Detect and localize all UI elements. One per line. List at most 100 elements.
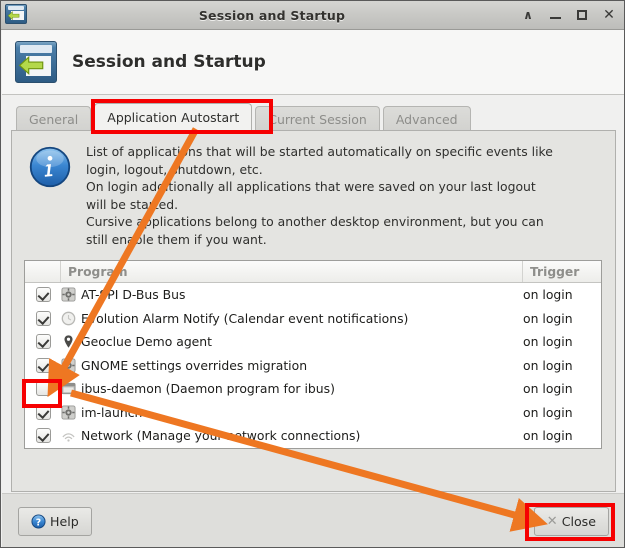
chevron-up-icon: ∧ bbox=[523, 8, 533, 22]
table-row[interactable]: Evolution Alarm Notify (Calendar event n… bbox=[25, 307, 601, 331]
row-program-label: GNOME settings overrides migration bbox=[81, 357, 308, 373]
column-header-trigger[interactable]: Trigger bbox=[523, 261, 601, 282]
window-icon bbox=[5, 4, 29, 26]
row-trigger-cell: on login bbox=[523, 381, 573, 397]
row-program-label: Evolution Alarm Notify (Calendar event n… bbox=[81, 310, 409, 326]
row-enable-checkbox-cell[interactable] bbox=[25, 404, 61, 420]
info-line-3: On login additionally all applications t… bbox=[86, 179, 536, 195]
row-trigger-cell: on login bbox=[523, 357, 573, 373]
column-header-program[interactable]: Program bbox=[61, 261, 523, 282]
row-program-label: Geoclue Demo agent bbox=[81, 334, 213, 350]
minimize-button[interactable] bbox=[548, 7, 562, 23]
dialog-footer: ? Help ✕ Close bbox=[2, 493, 624, 547]
tab-advanced[interactable]: Advanced bbox=[382, 106, 471, 131]
session-startup-icon bbox=[15, 41, 57, 83]
table-row[interactable]: GNOME settings overrides migration on log… bbox=[25, 354, 601, 378]
help-icon: ? bbox=[31, 514, 46, 529]
row-enable-checkbox-cell[interactable] bbox=[25, 357, 61, 373]
row-program-cell: im-launch bbox=[61, 405, 523, 420]
table-row[interactable]: Network (Manage your network connections… bbox=[25, 424, 601, 448]
gear-icon bbox=[61, 287, 76, 302]
info-line-2: login, logout, shutdown, etc. bbox=[86, 161, 263, 177]
tab-strip: General Application Autostart Current Se… bbox=[11, 102, 616, 131]
table-row[interactable]: AT-SPI D-Bus Bus on login bbox=[25, 283, 601, 307]
info-block: List of applications that will be starte… bbox=[12, 131, 615, 255]
checkbox-icon[interactable] bbox=[35, 357, 51, 373]
row-program-cell: Geoclue Demo agent bbox=[61, 334, 523, 349]
row-enable-checkbox-cell[interactable] bbox=[25, 334, 61, 350]
checkbox-icon[interactable] bbox=[35, 404, 51, 420]
close-x-icon: ✕ bbox=[546, 514, 558, 529]
green-arrow-icon bbox=[19, 55, 44, 75]
shade-button[interactable]: ∧ bbox=[521, 7, 535, 23]
tab-current-session[interactable]: Current Session bbox=[255, 106, 380, 131]
row-program-cell: AT-SPI D-Bus Bus bbox=[61, 287, 523, 302]
tab-application-autostart[interactable]: Application Autostart bbox=[94, 103, 253, 131]
info-line-5: Cursive applications belong to another d… bbox=[86, 214, 544, 230]
gear-icon bbox=[61, 358, 76, 373]
row-program-label: ibus-daemon (Daemon program for ibus) bbox=[81, 381, 335, 397]
tab-general[interactable]: General bbox=[16, 106, 92, 131]
close-button-label: Close bbox=[561, 514, 596, 529]
checkbox-icon[interactable] bbox=[35, 381, 51, 397]
close-icon: ✕ bbox=[603, 7, 615, 23]
checkbox-icon[interactable] bbox=[35, 428, 51, 444]
row-trigger-cell: on login bbox=[523, 428, 573, 444]
session-and-startup-window: Session and Startup ∧ ✕ Session and Star… bbox=[0, 0, 625, 548]
info-line-1: List of applications that will be starte… bbox=[86, 144, 553, 159]
table-row[interactable]: Geoclue Demo agent on login bbox=[25, 330, 601, 354]
minimize-icon bbox=[549, 17, 561, 19]
row-enable-checkbox-cell[interactable] bbox=[25, 428, 61, 444]
green-arrow-icon bbox=[7, 10, 20, 20]
checkbox-icon[interactable] bbox=[35, 310, 51, 326]
gear-icon bbox=[61, 405, 76, 420]
info-text: List of applications that will be starte… bbox=[86, 143, 603, 249]
column-header-checkbox[interactable] bbox=[25, 261, 61, 282]
info-icon bbox=[29, 146, 71, 188]
tab-page-application-autostart: List of applications that will be starte… bbox=[11, 130, 616, 492]
tab-current-session-label: Current Session bbox=[268, 111, 367, 127]
row-trigger-cell: on login bbox=[523, 404, 573, 420]
window-close-button[interactable]: ✕ bbox=[602, 7, 616, 23]
table-row[interactable]: im-launch on login bbox=[25, 401, 601, 425]
tab-application-autostart-label: Application Autostart bbox=[107, 110, 240, 125]
row-program-cell: GNOME settings overrides migration bbox=[61, 358, 523, 373]
row-enable-checkbox-cell[interactable] bbox=[25, 287, 61, 303]
dialog-header: Session and Startup bbox=[2, 30, 624, 95]
row-trigger-cell: on login bbox=[523, 310, 573, 326]
maximize-button[interactable] bbox=[575, 7, 589, 23]
row-program-label: Network (Manage your network connections… bbox=[81, 428, 361, 444]
help-button[interactable]: ? Help bbox=[18, 507, 92, 536]
maximize-icon bbox=[577, 10, 587, 20]
row-program-label: im-launch bbox=[81, 404, 143, 420]
settings-notebook: General Application Autostart Current Se… bbox=[11, 102, 616, 492]
info-line-6: still enable them if you want. bbox=[86, 231, 267, 247]
autostart-list: Program Trigger AT-SPI D-Bus Bus on login… bbox=[24, 260, 602, 449]
close-button[interactable]: ✕ Close bbox=[533, 507, 609, 536]
page-title: Session and Startup bbox=[72, 52, 266, 72]
help-button-label: Help bbox=[50, 514, 79, 529]
network-icon bbox=[61, 428, 76, 443]
window-titlebar: Session and Startup ∧ ✕ bbox=[1, 1, 624, 30]
window-icon bbox=[61, 381, 76, 396]
tab-advanced-label: Advanced bbox=[395, 111, 458, 127]
row-program-cell: Evolution Alarm Notify (Calendar event n… bbox=[61, 311, 523, 326]
row-program-cell: Network (Manage your network connections… bbox=[61, 428, 523, 443]
table-header-row: Program Trigger bbox=[25, 261, 601, 283]
clock-icon bbox=[61, 311, 76, 326]
row-trigger-cell: on login bbox=[523, 287, 573, 303]
table-row[interactable]: ibus-daemon (Daemon program for ibus) on … bbox=[25, 377, 601, 401]
checkbox-icon[interactable] bbox=[35, 287, 51, 303]
row-trigger-cell: on login bbox=[523, 334, 573, 350]
row-program-cell: ibus-daemon (Daemon program for ibus) bbox=[61, 381, 523, 396]
location-icon bbox=[61, 334, 76, 349]
window-title: Session and Startup bbox=[198, 7, 346, 23]
info-line-4: will be started. bbox=[86, 196, 179, 212]
row-enable-checkbox-cell[interactable] bbox=[25, 381, 61, 397]
checkbox-icon[interactable] bbox=[35, 334, 51, 350]
svg-text:?: ? bbox=[36, 517, 41, 528]
row-enable-checkbox-cell[interactable] bbox=[25, 310, 61, 326]
row-program-label: AT-SPI D-Bus Bus bbox=[81, 287, 186, 303]
tab-general-label: General bbox=[29, 111, 79, 127]
table-body: AT-SPI D-Bus Bus on login Evolution Alarm … bbox=[25, 283, 601, 448]
